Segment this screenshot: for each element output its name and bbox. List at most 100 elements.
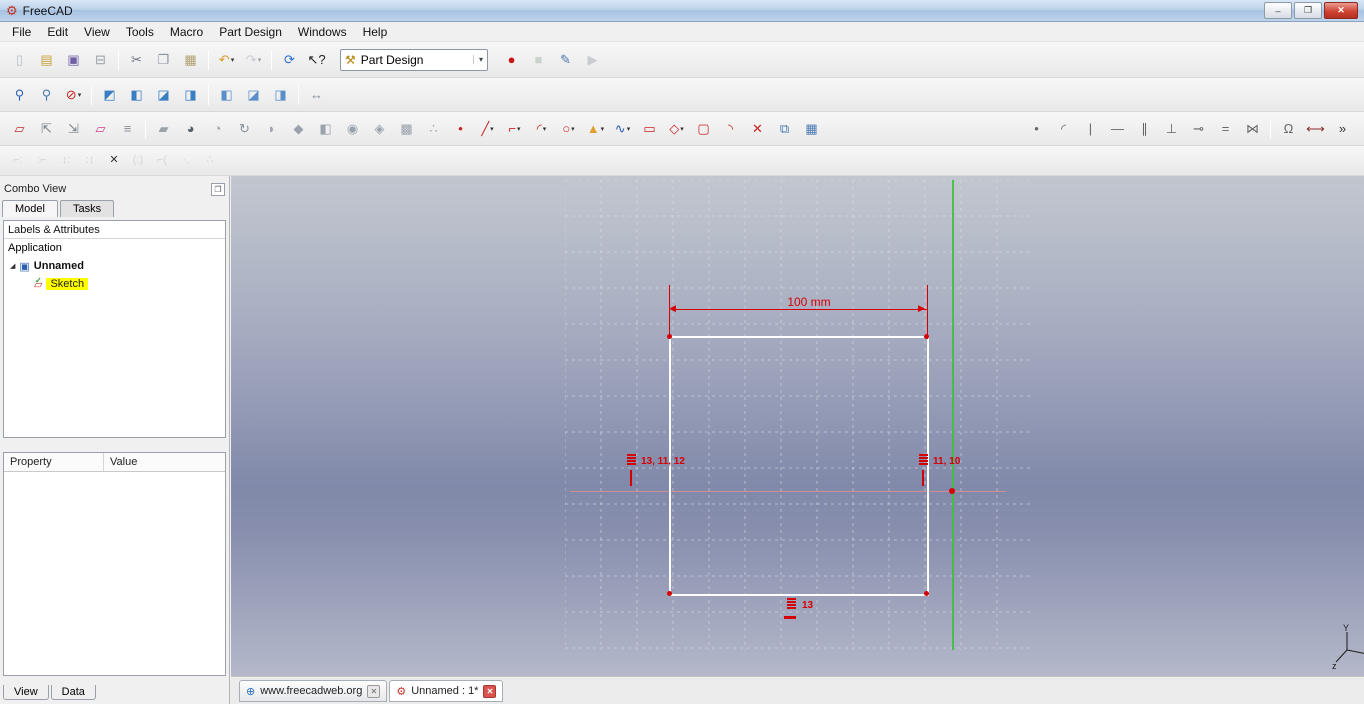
3d-viewport[interactable]: ◀ ▶ 100 mm 13, 11, 12 11, 10 13 Y z x [231,176,1364,676]
create-line-button[interactable]: ╱ ▾ [475,117,500,141]
constrain-lock-button[interactable]: Ω [1276,117,1301,141]
dimension-label[interactable]: 100 mm [739,295,879,309]
constraint-marker-right[interactable] [919,453,928,466]
create-circle-button[interactable]: ○ ▾ [556,117,581,141]
tab-data-properties[interactable]: Data [50,685,96,700]
pattern-button[interactable]: ∴ [421,117,446,141]
workbench-caret-icon[interactable]: ▾ [472,55,483,64]
create-polygon-dropdown[interactable]: ▾ [680,125,684,133]
constrain-symmetric-button[interactable]: ⋈ [1240,117,1265,141]
open-file-button[interactable]: ▤ [34,48,59,72]
tab-view-properties[interactable]: View [3,685,49,700]
dimension-line[interactable] [671,309,927,310]
constraint-marker-bottom[interactable] [787,597,796,610]
menu-view[interactable]: View [76,23,118,41]
pocket-button[interactable]: ◕ [178,117,203,141]
additive-pipe-button[interactable]: ◗ [259,117,284,141]
create-point-button[interactable]: • [448,117,473,141]
create-circle-dropdown[interactable]: ▾ [571,125,575,133]
menu-tools[interactable]: Tools [118,23,162,41]
menu-help[interactable]: Help [355,23,396,41]
constrain-parallel-button[interactable]: ∥ [1132,117,1157,141]
create-clone-button[interactable]: ≡ [115,117,140,141]
sketch-rectangle[interactable] [669,336,929,596]
minimize-button[interactable]: – [1264,2,1292,19]
fit-selection-button[interactable]: ⚲ [34,83,59,107]
tab-tasks[interactable]: Tasks [59,200,115,217]
vertex-bottom-right[interactable] [924,591,929,596]
view-right-button[interactable]: ◨ [178,83,203,107]
redo-dropdown[interactable]: ▾ [258,56,262,64]
close-button[interactable]: ✕ [1324,2,1358,19]
paste-button[interactable]: ▦ [178,48,203,72]
create-conic-dropdown[interactable]: ▾ [601,125,605,133]
save-button[interactable]: ▣ [61,48,86,72]
trim-edge-button[interactable]: ✕ [745,117,770,141]
tab-unnamed-document-close-button[interactable]: ✕ [483,684,497,698]
menu-macro[interactable]: Macro [162,23,211,41]
view-front-button[interactable]: ◧ [124,83,149,107]
toolbar-expand-button[interactable]: » [1330,117,1355,141]
create-arc-dropdown[interactable]: ▾ [543,125,547,133]
new-file-button[interactable]: ▯ [7,48,32,72]
create-fillet-button[interactable]: ◝ [718,117,743,141]
create-rectangle-button[interactable]: ▭ [637,117,662,141]
external-geometry-button[interactable]: ⧉ [772,117,797,141]
thickness-button[interactable]: ▩ [394,117,419,141]
whats-this-button[interactable]: ↖? [304,48,329,72]
delete-all-geometry-button[interactable]: ✕ [103,151,125,171]
create-sketch-button[interactable]: ▱ [7,117,32,141]
create-conic-button[interactable]: ▲ ▾ [583,117,608,141]
edit-sketch-button[interactable]: ⇱ [34,117,59,141]
draft-button[interactable]: ◧ [313,117,338,141]
create-arc-button[interactable]: ◜ ▾ [529,117,554,141]
constrain-point-on-object-button[interactable]: ◜ [1051,117,1076,141]
constrain-perpendicular-button[interactable]: ⊥ [1159,117,1184,141]
macro-record-button[interactable]: ● [499,48,524,72]
menu-part-design[interactable]: Part Design [211,23,290,41]
cut-button[interactable]: ✂ [124,48,149,72]
constraint-marker-left[interactable] [627,453,636,466]
create-polyline-dropdown[interactable]: ▾ [517,125,521,133]
tab-start-page-close-button[interactable]: ✕ [367,684,381,698]
constrain-equal-button[interactable]: = [1213,117,1238,141]
undo-button[interactable]: ↶ ▾ [214,48,239,72]
additive-loft-button[interactable]: ◆ [286,117,311,141]
measure-distance-button[interactable]: ↔ [304,83,329,107]
copy-button[interactable]: ❐ [151,48,176,72]
create-polyline-button[interactable]: ⌐ ▾ [502,117,527,141]
undo-dropdown[interactable]: ▾ [231,56,235,64]
tree-expander-icon[interactable]: ◢ [10,262,15,270]
menu-file[interactable]: File [4,23,39,41]
constrain-horizontal-button[interactable]: — [1105,117,1130,141]
tree-item-document[interactable]: ◢ ▣ Unnamed [4,257,225,275]
view-isometric-button[interactable]: ◩ [97,83,122,107]
constraint-left-label[interactable]: 13, 11, 12 [641,456,685,467]
constrain-vertical-button[interactable]: | [1078,117,1103,141]
draw-style-dropdown[interactable]: ▾ [78,91,82,99]
menu-edit[interactable]: Edit [39,23,76,41]
view-rear-button[interactable]: ◧ [214,83,239,107]
reorient-sketch-button[interactable]: ▱ [88,117,113,141]
tab-start-page[interactable]: ⊕ www.freecadweb.org ✕ [239,680,388,702]
create-slot-button[interactable]: ▢ [691,117,716,141]
fillet-feature-button[interactable]: ◉ [340,117,365,141]
workbench-selector[interactable]: ⚒ Part Design ▾ [340,48,488,71]
create-bspline-dropdown[interactable]: ▾ [627,125,631,133]
macro-edit-button[interactable]: ✎ [553,48,578,72]
maximize-button[interactable]: ❐ [1294,2,1322,19]
create-line-dropdown[interactable]: ▾ [490,125,494,133]
constraint-bottom-label[interactable]: 13 [802,600,813,611]
constrain-distance-x-button[interactable]: ⟷ [1303,117,1328,141]
refresh-button[interactable]: ⟳ [277,48,302,72]
view-left-button[interactable]: ◨ [268,83,293,107]
groove-button[interactable]: ↻ [232,117,257,141]
carbon-copy-button[interactable]: ▦ [799,117,824,141]
view-top-button[interactable]: ◪ [151,83,176,107]
chamfer-button[interactable]: ◈ [367,117,392,141]
fit-all-button[interactable]: ⚲ [7,83,32,107]
draw-style-button[interactable]: ⊘ ▾ [61,83,86,107]
tree-item-sketch[interactable]: ▱ ✓ Sketch [4,275,225,293]
create-polygon-button[interactable]: ◇ ▾ [664,117,689,141]
vertex-bottom-left[interactable] [667,591,672,596]
